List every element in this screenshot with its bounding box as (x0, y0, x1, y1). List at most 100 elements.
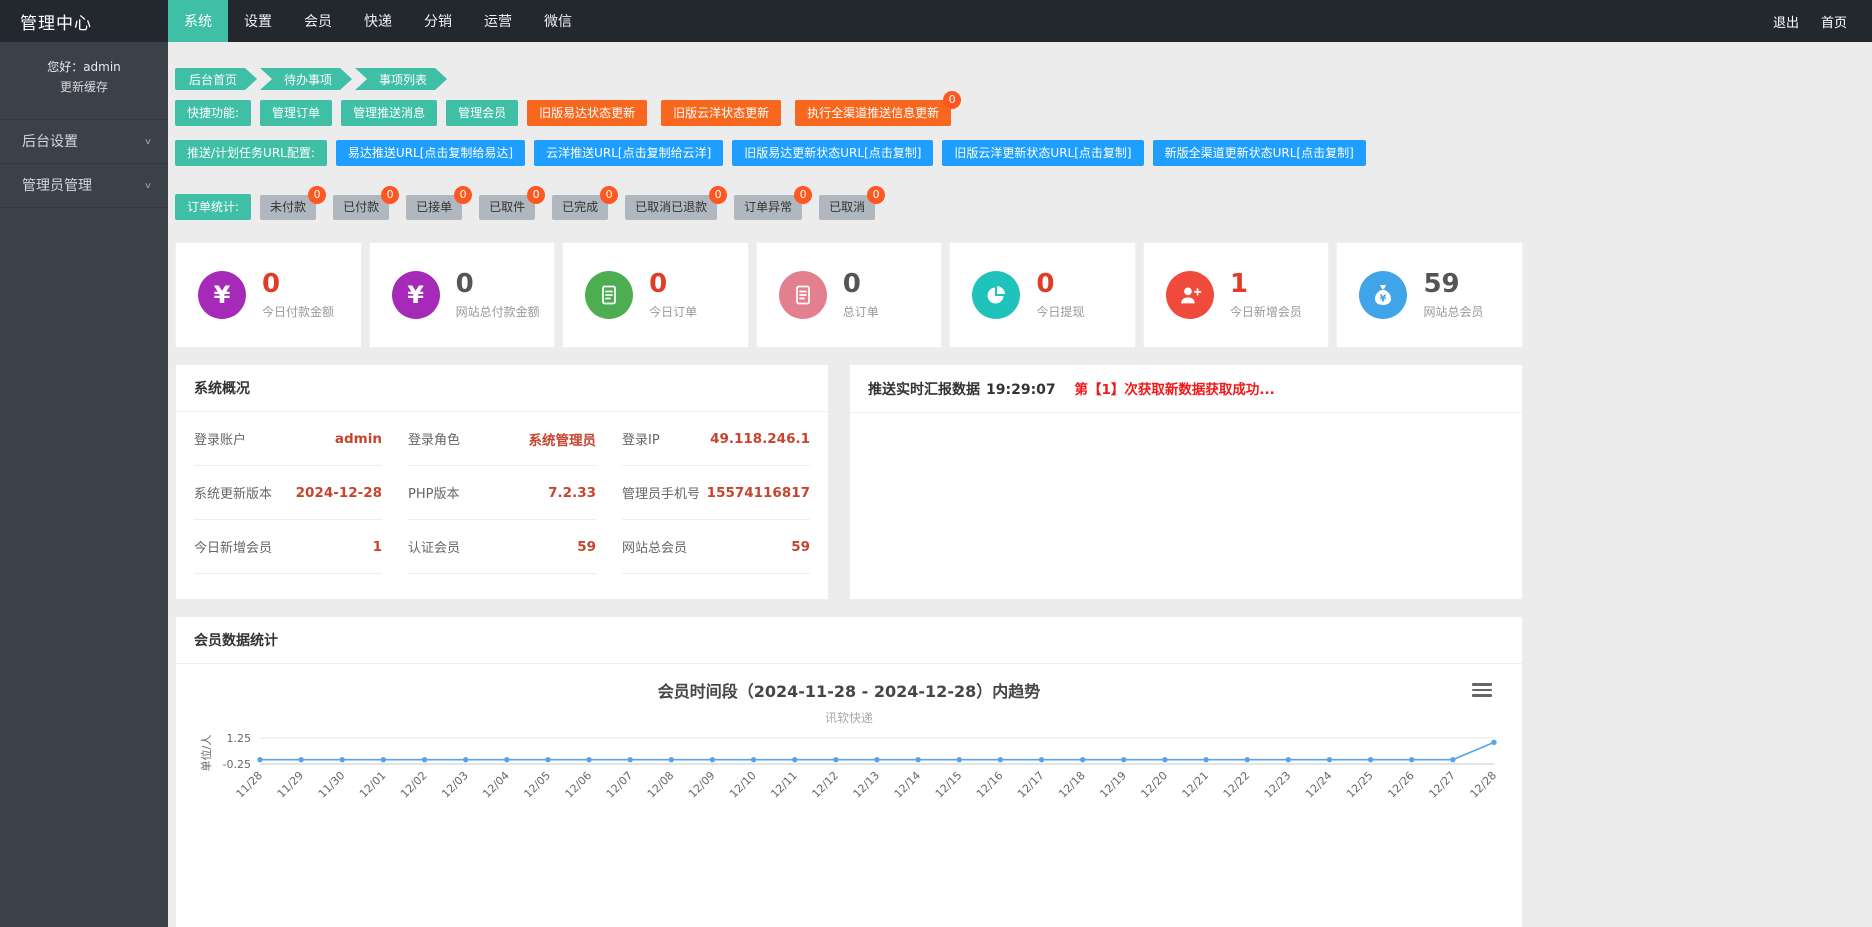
stat-card: 0总订单 (756, 242, 943, 348)
push-panel-title: 推送实时汇报数据 (868, 382, 980, 398)
count-badge: 0 (454, 186, 472, 204)
top-nav-item[interactable]: 快递 (348, 0, 408, 42)
top-nav-item[interactable]: 微信 (528, 0, 588, 42)
chart-subtitle: 讯软快递 (176, 709, 1522, 726)
breadcrumb-item[interactable]: 后台首页 (175, 68, 257, 90)
stat-value: 59 (1423, 270, 1483, 299)
svg-text:11/28: 11/28 (234, 769, 266, 801)
top-nav-item[interactable]: 系统 (168, 0, 228, 42)
document-icon (779, 271, 827, 319)
app-title: 管理中心 (0, 0, 168, 42)
top-nav-item[interactable]: 会员 (288, 0, 348, 42)
order-stat-pill[interactable]: 已取消已退款 (625, 195, 717, 220)
url-config-label-button[interactable]: 推送/计划任务URL配置: (175, 140, 327, 166)
order-stats-label-button[interactable]: 订单统计: (175, 194, 251, 220)
sidebar-menu-label: 管理员管理 (22, 175, 92, 195)
svg-text:12/06: 12/06 (563, 769, 595, 801)
document-icon (585, 271, 633, 319)
sys-value: admin (335, 431, 382, 447)
top-nav: 系统设置会员快递分销运营微信 (168, 0, 588, 42)
count-badge: 0 (600, 186, 618, 204)
stat-value: 0 (1036, 270, 1084, 299)
svg-text:12/04: 12/04 (480, 769, 512, 801)
stat-label: 今日订单 (649, 303, 697, 320)
stat-label: 总订单 (843, 303, 879, 320)
top-nav-item[interactable]: 分销 (408, 0, 468, 42)
orange-action-button[interactable]: 旧版易达状态更新 (527, 100, 647, 126)
orange-action-button[interactable]: 旧版云洋状态更新 (661, 100, 781, 126)
url-copy-button[interactable]: 易达推送URL[点击复制给易达] (336, 140, 525, 166)
count-badge: 0 (943, 91, 961, 109)
stat-value: 0 (456, 270, 540, 299)
top-nav-item[interactable]: 运营 (468, 0, 528, 42)
trend-chart: 1.25-0.25单位/人11/2811/2911/3012/0112/0212… (194, 730, 1504, 806)
svg-text:12/08: 12/08 (645, 769, 677, 801)
quick-action-button[interactable]: 管理会员 (446, 100, 518, 126)
sys-value: 1 (373, 539, 382, 555)
svg-text:11/29: 11/29 (275, 769, 307, 801)
breadcrumb-item[interactable]: 事项列表 (355, 68, 447, 90)
stat-label: 今日新增会员 (1230, 303, 1302, 320)
sys-value: 15574116817 (707, 485, 810, 501)
orange-action-button[interactable]: 执行全渠道推送信息更新 (795, 100, 951, 126)
sidebar-menu-item[interactable]: 后台设置∨ (0, 120, 168, 164)
url-copy-button[interactable]: 旧版易达更新状态URL[点击复制] (732, 140, 933, 166)
count-badge: 0 (308, 186, 326, 204)
greeting-text: 您好：admin (0, 57, 168, 77)
sys-label: 今日新增会员 (194, 537, 272, 556)
quick-label-button[interactable]: 快捷功能: (175, 100, 251, 126)
svg-text:¥: ¥ (1380, 294, 1387, 305)
stat-value: 1 (1230, 270, 1302, 299)
count-badge: 0 (709, 186, 727, 204)
sys-label: 登录账户 (194, 429, 246, 448)
sys-label: 系统更新版本 (194, 483, 272, 502)
svg-text:12/17: 12/17 (1015, 769, 1047, 801)
svg-text:12/12: 12/12 (809, 769, 841, 801)
svg-text:12/15: 12/15 (933, 769, 965, 801)
svg-text:12/21: 12/21 (1180, 769, 1212, 801)
chevron-down-icon: ∨ (144, 180, 152, 190)
quick-action-button[interactable]: 管理推送消息 (341, 100, 437, 126)
stat-label: 今日提现 (1036, 303, 1084, 320)
url-copy-button[interactable]: 新版全渠道更新状态URL[点击复制] (1153, 140, 1366, 166)
sys-value: 59 (791, 539, 810, 555)
sys-label: PHP版本 (408, 483, 459, 502)
stat-card: ¥0网站总付款金额 (369, 242, 556, 348)
stat-value: 0 (262, 270, 334, 299)
url-copy-button[interactable]: 旧版云洋更新状态URL[点击复制] (942, 140, 1143, 166)
logout-link[interactable]: 退出 (1762, 12, 1810, 31)
stat-cards-row: ¥0今日付款金额¥0网站总付款金额0今日订单0总订单0今日提现1今日新增会员¥5… (175, 242, 1523, 348)
sidebar-menu-item[interactable]: 管理员管理 ∨ (0, 164, 168, 208)
sys-info-cell: 登录IP49.118.246.1 (622, 412, 810, 466)
svg-text:12/09: 12/09 (686, 769, 718, 801)
sys-value: 59 (577, 539, 596, 555)
trend-chart-area: 会员时间段（2024-11-28 - 2024-12-28）内趋势 讯软快递 1… (176, 664, 1522, 927)
breadcrumb-item[interactable]: 待办事项 (260, 68, 352, 90)
svg-text:12/05: 12/05 (521, 769, 553, 801)
svg-text:12/01: 12/01 (357, 769, 389, 801)
refresh-cache-link[interactable]: 更新缓存 (0, 77, 168, 97)
svg-text:12/25: 12/25 (1344, 769, 1376, 801)
pie-chart-icon (972, 271, 1020, 319)
system-info-grid: 登录账户 admin 登录角色系统管理员登录IP49.118.246.1 系统更新版本… (176, 412, 828, 574)
sidebar: 您好：admin 更新缓存 后台设置∨ 管理员管理 ∨ (0, 42, 168, 927)
member-panel-title: 会员数据统计 (176, 617, 1522, 664)
push-report-panel: 推送实时汇报数据19:29:07 第【1】次获取新数据获取成功... (849, 364, 1523, 600)
home-link[interactable]: 首页 (1810, 12, 1858, 31)
top-nav-item[interactable]: 设置 (228, 0, 288, 42)
quick-action-button[interactable]: 管理订单 (260, 100, 332, 126)
top-nav-right: 退出首页 (1762, 0, 1872, 42)
sys-value: 49.118.246.1 (710, 431, 810, 447)
stat-card: ¥0今日付款金额 (175, 242, 362, 348)
chart-menu-icon[interactable] (1472, 680, 1492, 700)
push-status-text: 第【1】次获取新数据获取成功... (1075, 382, 1275, 398)
svg-text:12/13: 12/13 (851, 769, 883, 801)
sys-value: 系统管理员 (529, 429, 597, 449)
sys-info-cell: 登录角色系统管理员 (408, 412, 596, 466)
order-stat-pill[interactable]: 订单异常 (734, 195, 802, 220)
stat-value: 0 (649, 270, 697, 299)
sys-info-cell: 认证会员59 (408, 520, 596, 574)
url-copy-button[interactable]: 云洋推送URL[点击复制给云洋] (534, 140, 723, 166)
money-bag-icon: ¥ (1359, 271, 1407, 319)
stat-card: 1 今日新增会员 (1143, 242, 1330, 348)
